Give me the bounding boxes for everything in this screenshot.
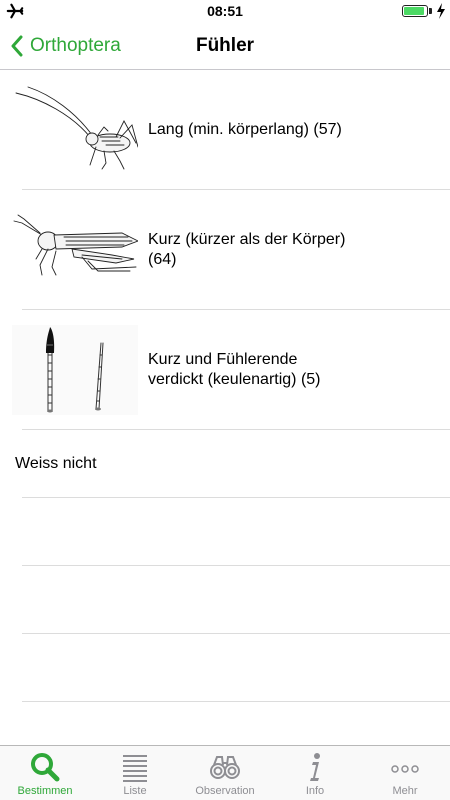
- navigation-bar: Orthoptera Fühler: [0, 22, 450, 70]
- tab-liste[interactable]: Liste: [90, 746, 180, 800]
- list-icon: [123, 755, 147, 782]
- tab-observation[interactable]: Observation: [180, 746, 270, 800]
- binoculars-icon: [210, 756, 240, 779]
- tab-label: Observation: [195, 785, 255, 797]
- empty-row: [0, 634, 450, 702]
- option-short-antennae[interactable]: Kurz (kürzer als der Körper) (64): [0, 190, 450, 310]
- antenna-options-list: Lang (min. körperlang) (57) Kurz (kürzer…: [0, 70, 450, 702]
- battery-icon: [402, 5, 428, 17]
- option-label: Kurz (kürzer als der Körper) (64): [148, 231, 346, 268]
- clubbed-antenna-illustration: [12, 325, 138, 415]
- tab-mehr[interactable]: Mehr: [360, 746, 450, 800]
- short-antenna-grasshopper-illustration: [13, 214, 138, 276]
- option-unknown[interactable]: Weiss nicht: [0, 430, 450, 498]
- tab-label: Bestimmen: [17, 785, 73, 797]
- charging-bolt-icon: [437, 3, 445, 19]
- long-antenna-cricket-illustration: [15, 86, 138, 170]
- back-button-label: Orthoptera: [30, 35, 121, 56]
- tab-bar: Bestimmen Liste Observation Info Mehr: [0, 745, 450, 800]
- option-long-antennae[interactable]: Lang (min. körperlang) (57): [0, 70, 450, 190]
- tab-label: Liste: [123, 785, 147, 797]
- battery-cap: [429, 8, 432, 14]
- empty-row: [0, 566, 450, 634]
- tab-label: Info: [305, 785, 325, 797]
- status-bar: 08:51: [0, 0, 450, 22]
- chevron-left-icon: [11, 35, 23, 57]
- more-icon: [391, 765, 419, 773]
- tab-bestimmen[interactable]: Bestimmen: [0, 746, 90, 800]
- option-clubbed-antennae[interactable]: Kurz und Fühlerende verdickt (keulenarti…: [0, 310, 450, 430]
- option-label: Weiss nicht: [15, 455, 97, 472]
- tab-info[interactable]: Info: [270, 746, 360, 800]
- tab-label: Mehr: [392, 785, 418, 797]
- search-icon: [31, 753, 60, 782]
- option-label: Kurz und Fühlerende verdickt (keulenarti…: [148, 351, 321, 388]
- back-button[interactable]: Orthoptera: [10, 22, 121, 70]
- status-time: 08:51: [207, 3, 243, 19]
- info-icon: [310, 753, 320, 781]
- empty-row: [0, 498, 450, 566]
- option-label: Lang (min. körperlang) (57): [148, 121, 342, 138]
